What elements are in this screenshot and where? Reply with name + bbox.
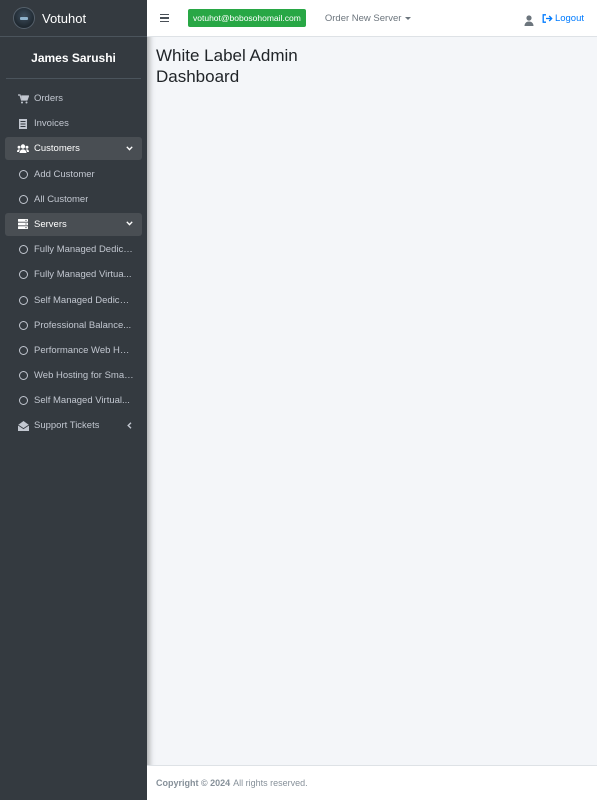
email-badge: votuhot@bobosohomail.com (188, 9, 306, 27)
main-footer: Copyright © 2024 All rights reserved. (147, 765, 597, 800)
server-icon (17, 218, 29, 230)
circle-icon (17, 193, 29, 205)
sidebar-item-all-customer[interactable]: All Customer (5, 188, 142, 211)
sidebar-item-label: Fully Managed Virtua... (34, 269, 132, 281)
sidebar-item-add-customer[interactable]: Add Customer (5, 163, 142, 186)
circle-icon (17, 168, 29, 180)
chevron-left-icon (124, 420, 134, 430)
user-panel: James Sarushi (6, 37, 141, 79)
brand-link[interactable]: Votuhot (0, 0, 147, 37)
users-icon (17, 143, 29, 155)
sidebar-item-label: Support Tickets (34, 420, 100, 432)
rights-text: All rights reserved. (233, 778, 308, 788)
menu-bar (160, 20, 169, 23)
sidebar-item-web-hosting-small[interactable]: Web Hosting for Smal... (5, 364, 142, 387)
sidebar-item-label: Servers (34, 218, 67, 230)
page-title: White Label Admin Dashboard (156, 46, 298, 86)
sidebar-item-label: Performance Web Host... (34, 344, 134, 356)
menu-toggle-icon[interactable] (160, 13, 169, 23)
circle-icon-shape (18, 345, 28, 355)
sidebar-item-professional-balance[interactable]: Professional Balance... (5, 314, 142, 337)
sidebar-item-label: Fully Managed Dedica... (34, 244, 134, 256)
sidebar-item-self-managed-dedicated[interactable]: Self Managed Dedicat... (5, 289, 142, 312)
sidebar-item-fully-managed-virtual[interactable]: Fully Managed Virtua... (5, 263, 142, 286)
sidebar-item-label: Web Hosting for Smal... (34, 370, 134, 382)
caret-down-icon (405, 16, 412, 20)
sidebar-item-label: Professional Balance... (34, 319, 132, 331)
order-new-server-label: Order New Server (324, 12, 402, 24)
circle-icon (17, 319, 29, 331)
sidebar-item-support-tickets[interactable]: Support Tickets (5, 414, 142, 437)
invoice-icon (17, 118, 29, 130)
circle-icon (17, 244, 29, 256)
sidebar-item-label: All Customer (34, 193, 89, 205)
content-wrapper: White Label Admin Dashboard (147, 37, 597, 765)
sign-out-icon (542, 14, 553, 23)
sidebar-item-fully-managed-dedicated[interactable]: Fully Managed Dedica... (5, 238, 142, 261)
sidebar-item-label: Add Customer (34, 168, 95, 180)
sidebar-item-label: Self Managed Dedicat... (34, 294, 134, 306)
order-new-server-dropdown[interactable]: Order New Server (325, 13, 412, 24)
circle-icon-shape (18, 295, 28, 305)
top-navbar: votuhot@bobosohomail.com Order New Serve… (147, 0, 597, 37)
circle-icon-shape (18, 320, 28, 330)
circle-icon-shape (18, 270, 28, 280)
user-name[interactable]: James Sarushi (31, 51, 116, 65)
circle-icon (17, 370, 29, 382)
circle-icon-shape (18, 245, 28, 255)
logout-link[interactable]: Logout (542, 13, 584, 24)
chevron-down-icon (124, 219, 134, 229)
sidebar-item-invoices[interactable]: Invoices (5, 112, 142, 135)
circle-icon (17, 344, 29, 356)
menu-bar (160, 13, 169, 16)
circle-icon-shape (18, 371, 28, 381)
circle-icon (17, 294, 29, 306)
chevron-down-icon (124, 143, 134, 153)
sidebar-item-servers[interactable]: Servers (5, 212, 142, 236)
brand-name: Votuhot (42, 10, 87, 26)
cart-icon (17, 93, 29, 105)
user-icon[interactable] (524, 13, 534, 26)
sidebar-item-customers[interactable]: Customers (5, 137, 142, 161)
circle-icon-shape (18, 169, 28, 179)
topbar-right: Logout (524, 0, 584, 37)
copyright-text: Copyright © 2024 (156, 778, 231, 788)
sidebar-nav: Orders Invoices Customers Add Customer A… (0, 87, 147, 437)
sidebar-item-orders[interactable]: Orders (5, 87, 142, 110)
sidebar-item-performance-web-hosting[interactable]: Performance Web Host... (5, 339, 142, 362)
logout-label: Logout (554, 13, 584, 24)
envelope-open-icon (17, 420, 29, 432)
sidebar-item-label: Self Managed Virtual... (34, 395, 130, 407)
sidebar-item-label: Customers (34, 143, 80, 155)
circle-icon (17, 269, 29, 281)
sidebar-item-label: Orders (34, 93, 64, 104)
menu-bar (160, 17, 169, 19)
brand-logo (13, 7, 35, 29)
circle-icon (17, 395, 29, 407)
sidebar-item-self-managed-virtual[interactable]: Self Managed Virtual... (5, 389, 142, 412)
sidebar: Votuhot James Sarushi Orders Invoices Cu… (0, 0, 147, 800)
sidebar-item-label: Invoices (34, 118, 69, 130)
circle-icon-shape (18, 396, 28, 406)
circle-icon-shape (18, 194, 28, 204)
